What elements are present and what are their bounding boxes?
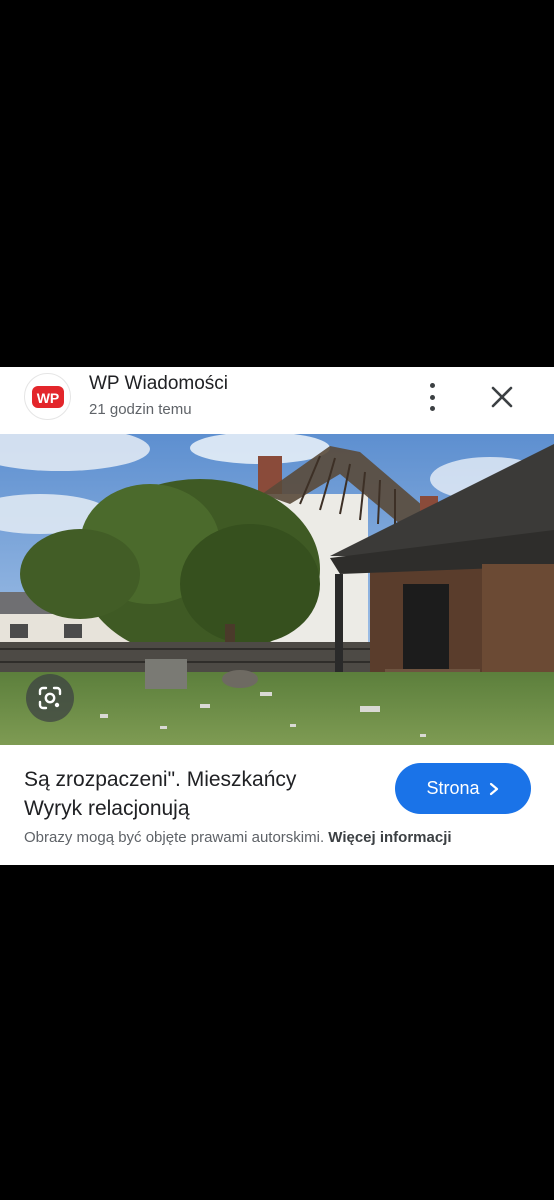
wp-logo-icon: WP: [31, 385, 64, 408]
article-title-line: Są zrozpaczeni". Mieszkańcy: [24, 768, 297, 791]
more-options-button[interactable]: [420, 383, 444, 411]
visit-site-label: Strona: [426, 778, 480, 798]
card-header: WP WP Wiadomości 21 godzin temu: [0, 367, 554, 434]
more-info-link[interactable]: Więcej informacji: [328, 829, 451, 846]
article-title-line: Wyryk relacjonują: [24, 797, 190, 820]
logo-text: WP: [36, 390, 59, 406]
wp-logo[interactable]: WP: [24, 373, 71, 420]
copyright-notice: Obrazy mogą być objęte prawami autorskim…: [24, 829, 452, 846]
chevron-right-icon: [489, 782, 498, 795]
close-icon: [491, 386, 513, 408]
article-title[interactable]: Są zrozpaczeni". Mieszkańcy Wyryk relacj…: [24, 765, 364, 823]
image-preview-card: WP WP Wiadomości 21 godzin temu Są zrozp…: [0, 367, 554, 865]
copyright-text: Obrazy mogą być objęte prawami autorskim…: [24, 829, 325, 846]
damaged-house-photo: [0, 434, 554, 745]
google-lens-icon: [38, 686, 62, 710]
timestamp: 21 godzin temu: [89, 401, 192, 418]
article-image[interactable]: [0, 434, 554, 745]
visit-site-button[interactable]: Strona: [395, 763, 531, 814]
source-name[interactable]: WP Wiadomości: [89, 373, 228, 395]
close-button[interactable]: [489, 384, 515, 410]
google-lens-button[interactable]: [26, 674, 74, 722]
more-vert-icon: [429, 383, 435, 388]
